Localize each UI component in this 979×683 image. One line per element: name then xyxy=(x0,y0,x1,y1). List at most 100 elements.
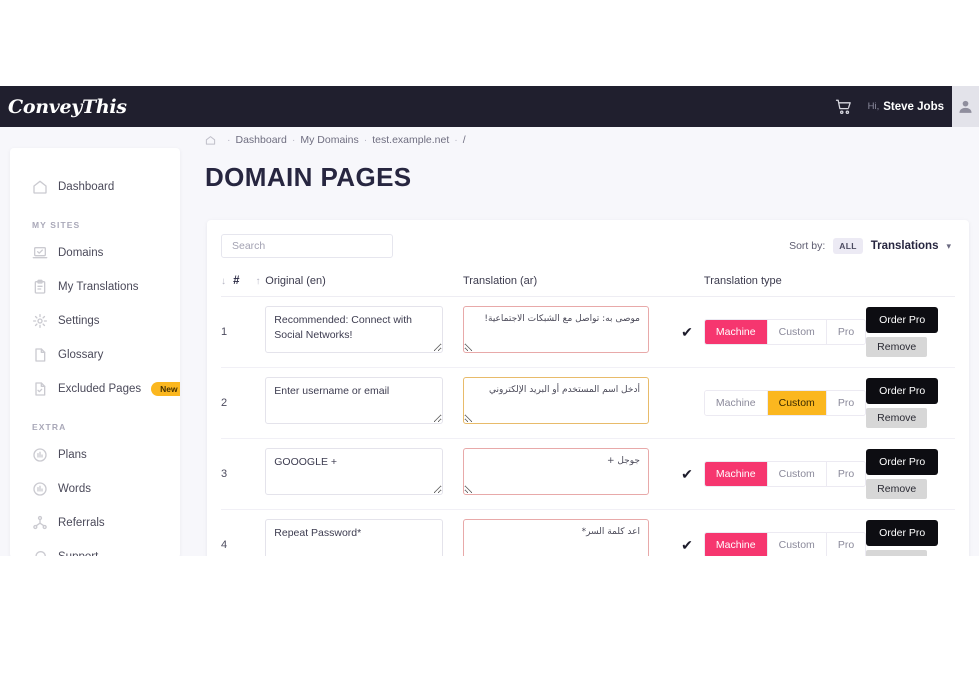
breadcrumb-item-dashboard[interactable]: Dashboard xyxy=(236,134,287,146)
row-actions: Order Pro Remove xyxy=(866,449,955,499)
translation-type-segmented[interactable]: Machine Custom Pro xyxy=(704,390,866,416)
user-name-label[interactable]: Steve Jobs xyxy=(883,101,944,113)
sidebar-item-label: Words xyxy=(58,483,91,495)
translation-type-segmented[interactable]: Machine Custom Pro xyxy=(704,461,866,487)
sidebar-item-my-translations[interactable]: My Translations xyxy=(10,270,180,304)
type-option-pro[interactable]: Pro xyxy=(827,320,865,344)
remove-button[interactable]: Remove xyxy=(866,479,927,499)
referrals-icon xyxy=(32,515,48,531)
type-option-custom[interactable]: Custom xyxy=(768,320,827,344)
row-check-icon[interactable] xyxy=(670,368,704,439)
row-number: 3 xyxy=(221,439,265,510)
sort-desc-icon[interactable]: ↓ xyxy=(221,276,226,287)
sidebar-item-label: Glossary xyxy=(58,349,103,361)
row-actions: Order Pro Remove xyxy=(866,520,955,556)
order-pro-button[interactable]: Order Pro xyxy=(866,307,938,333)
sidebar-item-plans[interactable]: Plans xyxy=(10,438,180,472)
chevron-down-icon[interactable]: ▾ xyxy=(946,241,951,252)
type-option-machine[interactable]: Machine xyxy=(705,391,768,415)
breadcrumb-item-my-domains[interactable]: My Domains xyxy=(300,134,358,146)
user-avatar-icon[interactable] xyxy=(952,86,979,127)
sidebar-item-referrals[interactable]: Referrals xyxy=(10,506,180,540)
sidebar-item-excluded-pages[interactable]: Excluded Pages New xyxy=(10,372,180,406)
translation-text-input[interactable] xyxy=(463,519,649,556)
type-option-machine[interactable]: Machine xyxy=(705,462,768,486)
type-option-custom[interactable]: Custom xyxy=(768,462,827,486)
original-text-input[interactable] xyxy=(265,448,443,495)
chart-circle-icon xyxy=(32,447,48,463)
remove-button[interactable]: Remove xyxy=(866,550,927,556)
sidebar-item-glossary[interactable]: Glossary xyxy=(10,338,180,372)
translation-cell xyxy=(463,368,670,439)
sidebar-item-domains[interactable]: Domains xyxy=(10,236,180,270)
domain-pages-card: Sort by: ALL Translations ▾ ↓ # ↑ xyxy=(207,220,969,556)
breadcrumb-separator: · xyxy=(227,134,231,146)
sidebar-section-my-sites: MY SITES xyxy=(10,220,180,230)
translation-type-segmented[interactable]: Machine Custom Pro xyxy=(704,319,866,345)
original-text-input[interactable] xyxy=(265,519,443,556)
search-input[interactable] xyxy=(221,234,393,258)
type-option-machine[interactable]: Machine xyxy=(705,320,768,344)
home-icon[interactable] xyxy=(205,135,216,146)
remove-button[interactable]: Remove xyxy=(866,337,927,357)
top-navbar: ConveyThis Hi, Steve Jobs xyxy=(0,86,979,127)
column-header-translation: Translation (ar) xyxy=(463,275,670,297)
app-viewport: ConveyThis Hi, Steve Jobs xyxy=(0,86,979,556)
remove-button[interactable]: Remove xyxy=(866,408,927,428)
original-cell xyxy=(265,439,463,510)
actions-cell: Order Pro Remove xyxy=(866,368,955,439)
sidebar-item-support[interactable]: Support xyxy=(10,540,180,556)
type-option-pro[interactable]: Pro xyxy=(827,533,865,556)
sidebar-item-label: Plans xyxy=(58,449,87,461)
main-content: · Dashboard · My Domains · test.example.… xyxy=(190,134,979,556)
screenshot-root: ConveyThis Hi, Steve Jobs xyxy=(0,0,979,683)
shopping-cart-icon[interactable] xyxy=(834,98,854,116)
translation-text-input[interactable] xyxy=(463,377,649,424)
sort-control[interactable]: Sort by: ALL Translations ▾ xyxy=(789,238,955,254)
row-check-icon[interactable]: ✔ xyxy=(670,510,704,557)
sort-selected-value[interactable]: Translations xyxy=(871,240,939,252)
sort-scope-all[interactable]: ALL xyxy=(833,238,862,254)
type-option-custom[interactable]: Custom xyxy=(768,533,827,556)
breadcrumb-separator: · xyxy=(454,134,458,146)
translation-type-segmented[interactable]: Machine Custom Pro xyxy=(704,532,866,556)
sort-asc-icon[interactable]: ↑ xyxy=(256,276,261,287)
type-option-pro[interactable]: Pro xyxy=(827,391,865,415)
column-header-check xyxy=(670,275,704,297)
sidebar-item-words[interactable]: Words xyxy=(10,472,180,506)
original-text-input[interactable] xyxy=(265,306,443,353)
sidebar-item-label: Excluded Pages xyxy=(58,383,141,395)
type-option-pro[interactable]: Pro xyxy=(827,462,865,486)
translations-table: ↓ # ↑ Original (en) Translation (ar) Tra… xyxy=(221,275,955,556)
gear-icon xyxy=(32,313,48,329)
row-number: 2 xyxy=(221,368,265,439)
original-text-input[interactable] xyxy=(265,377,443,424)
translation-type-cell: Machine Custom Pro xyxy=(704,368,866,439)
translation-cell xyxy=(463,510,670,557)
navbar-right-group: Hi, Steve Jobs xyxy=(834,86,979,127)
sidebar-item-label: Settings xyxy=(58,315,100,327)
order-pro-button[interactable]: Order Pro xyxy=(866,449,938,475)
breadcrumb-separator: · xyxy=(292,134,296,146)
breadcrumb-item-domain[interactable]: test.example.net xyxy=(372,134,449,146)
type-option-machine[interactable]: Machine xyxy=(705,533,768,556)
order-pro-button[interactable]: Order Pro xyxy=(866,520,938,546)
actions-cell: Order Pro Remove xyxy=(866,510,955,557)
sidebar-item-dashboard[interactable]: Dashboard xyxy=(10,170,180,204)
original-cell xyxy=(265,368,463,439)
sidebar-item-settings[interactable]: Settings xyxy=(10,304,180,338)
column-header-translation-type: Translation type xyxy=(704,275,866,297)
breadcrumb-item-path[interactable]: / xyxy=(463,134,466,146)
translation-text-input[interactable] xyxy=(463,306,649,353)
order-pro-button[interactable]: Order Pro xyxy=(866,378,938,404)
laptop-check-icon xyxy=(32,245,48,261)
type-option-custom[interactable]: Custom xyxy=(768,391,827,415)
table-row: 3 ✔ Machine Custom xyxy=(221,439,955,510)
brand-logo[interactable]: ConveyThis xyxy=(8,96,127,118)
column-header-number: ↓ # ↑ xyxy=(221,275,265,297)
row-actions: Order Pro Remove xyxy=(866,378,955,428)
clipboard-icon xyxy=(32,279,48,295)
translation-text-input[interactable] xyxy=(463,448,649,495)
row-check-icon[interactable]: ✔ xyxy=(670,439,704,510)
row-check-icon[interactable]: ✔ xyxy=(670,297,704,368)
